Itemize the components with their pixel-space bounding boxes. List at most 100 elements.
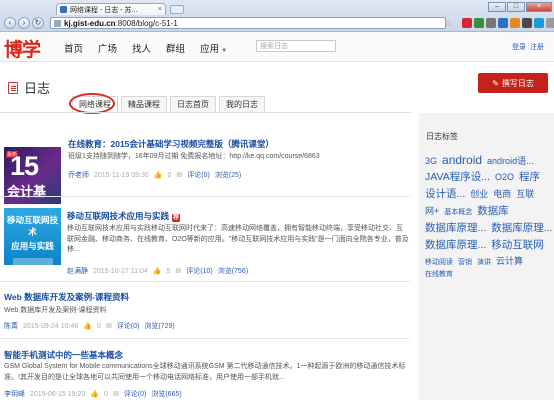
tag-link[interactable]: 云计算 xyxy=(496,254,523,267)
site-logo[interactable]: 博学 xyxy=(4,35,41,62)
tag-link[interactable]: 移动互联网 xyxy=(491,237,544,252)
write-blog-button[interactable]: ✎ 撰写日志 xyxy=(478,73,548,93)
extension-icon-2[interactable] xyxy=(474,18,484,28)
view-count: 浏览(25) xyxy=(214,172,242,179)
post-title[interactable]: 移动互联网技术应用与实践 xyxy=(67,211,169,221)
item-divider xyxy=(0,281,410,282)
post-thumbnail[interactable]: 移动互联网技术 应用与实践 xyxy=(4,208,61,270)
tag-sidebar: 日志标签 3G android android语... JAVA程序设... O2O 程序… xyxy=(419,113,554,400)
nav-square[interactable]: 广场 xyxy=(98,41,117,55)
browser-tab-title: 网络课程 - 日志 - 苏... xyxy=(70,6,138,14)
like-count: 0 xyxy=(104,390,108,398)
new-tab-button[interactable] xyxy=(170,5,184,14)
tag-link[interactable]: 3G xyxy=(425,156,437,166)
browser-chrome: 网络课程 - 日志 - 苏... × – □ × ‹ › ↻ kj.gist-e… xyxy=(0,0,554,32)
register-link[interactable]: 注册 xyxy=(530,42,544,52)
extension-icon-4[interactable] xyxy=(498,18,508,28)
nav-groups[interactable]: 群组 xyxy=(166,41,185,55)
post-date: 2015-10-27 11:04 xyxy=(93,267,148,275)
tag-link[interactable]: 设计语... xyxy=(425,186,465,201)
tag-link[interactable]: 电商 xyxy=(493,187,511,200)
extension-icon-3[interactable] xyxy=(486,18,496,28)
tag-link[interactable]: 基本概念 xyxy=(444,207,472,217)
view-count: 浏览(756) xyxy=(217,268,249,275)
thumbs-up-icon[interactable]: 👍 xyxy=(154,171,163,179)
address-path: :8008/blog/c-51-1 xyxy=(115,18,178,28)
close-tab-icon[interactable]: × xyxy=(158,6,162,13)
tag-link[interactable]: 创业 xyxy=(470,187,488,200)
post-title[interactable]: 智能手机测试中的一些基本概念 xyxy=(4,349,123,361)
tag-link[interactable]: 营销 xyxy=(458,257,472,267)
bookmark-star-icon[interactable]: ☆ xyxy=(444,18,452,29)
maximize-button[interactable]: □ xyxy=(507,2,525,12)
post-meta: 陈菁 2015-09-24 10:46 👍 0 ✉ 评论(0) 浏览(729) xyxy=(4,321,175,331)
nav-home[interactable]: 首页 xyxy=(64,41,83,55)
thumbnail-line2: 应用与实践 xyxy=(11,241,54,251)
tag-link[interactable]: 移动阅读 xyxy=(425,257,453,267)
tag-link[interactable]: 数据库 xyxy=(477,203,509,218)
nav-find-people[interactable]: 找人 xyxy=(132,41,151,55)
tag-link[interactable]: 数据库原理... xyxy=(425,220,486,235)
address-url: kj.gist-edu.cn:8008/blog/c-51-1 xyxy=(64,19,178,28)
nav-apps-label: 应用 xyxy=(200,44,220,55)
menu-icon[interactable] xyxy=(546,18,554,28)
close-window-button[interactable]: × xyxy=(526,2,552,12)
login-link[interactable]: 登录 xyxy=(512,42,526,52)
like-count: 0 xyxy=(167,171,172,179)
post-title[interactable]: 在线教育：2015会计基础学习视频完整版（腾讯课堂） xyxy=(68,138,274,150)
tag-link[interactable]: JAVA程序设... xyxy=(425,169,490,184)
address-bar[interactable]: kj.gist-edu.cn:8008/blog/c-51-1 xyxy=(50,17,446,29)
post-title[interactable]: Web 数据库开发及案例-课程资料 xyxy=(4,291,129,303)
extension-icons xyxy=(462,18,554,28)
post-author[interactable]: 李玥峰 xyxy=(4,389,25,399)
tag-link[interactable]: android语... xyxy=(487,154,534,167)
tag-link[interactable]: 网+ xyxy=(425,204,439,217)
sidebar-title: 日志标签 xyxy=(426,132,458,141)
thumbnail-caption: 会计基 xyxy=(7,184,47,199)
post-excerpt: 移动互联网技术应用与实践移动互联网时代来了：高速移动网络覆盖，拥有智能移动终端，… xyxy=(67,225,409,253)
post-author[interactable]: 乔老师 xyxy=(68,170,89,180)
comment-count[interactable]: 评论(0) xyxy=(187,170,210,180)
tag-link[interactable]: 在线教育 xyxy=(425,269,453,279)
search-input[interactable] xyxy=(256,40,336,52)
tab-blog-home[interactable]: 日志首页 xyxy=(170,96,216,112)
post-meta: 乔老师 2015-11-19 09:30 👍 0 ✉ 评论(0) 浏览(25) xyxy=(68,170,241,180)
tag-link[interactable]: 演讲 xyxy=(477,257,491,267)
post-date: 2015-11-19 09:30 xyxy=(94,171,149,179)
view-count: 浏览(729) xyxy=(144,323,175,330)
tabs-divider xyxy=(0,112,411,113)
nav-apps[interactable]: 应用 ▼ xyxy=(200,41,227,55)
tag-link[interactable]: android xyxy=(442,153,482,167)
extension-icon-5[interactable] xyxy=(510,18,520,28)
post-author[interactable]: 陈菁 xyxy=(4,321,18,331)
extension-icon-6[interactable] xyxy=(522,18,532,28)
comment-count[interactable]: 评论(0) xyxy=(117,321,140,331)
comment-count[interactable]: 评论(10) xyxy=(186,266,212,276)
post-excerpt: Web 数据库开发及案例-课程资料 xyxy=(4,307,107,314)
comment-icon: ✉ xyxy=(112,391,119,398)
tab-my-blog[interactable]: 我的日志 xyxy=(219,96,265,112)
document-icon xyxy=(8,81,18,94)
tag-link[interactable]: O2O xyxy=(495,172,514,182)
browser-tab[interactable]: 网络课程 - 日志 - 苏... × xyxy=(56,3,166,15)
forward-button[interactable]: › xyxy=(18,17,30,29)
minimize-button[interactable]: – xyxy=(488,2,506,12)
view-count: 浏览(665) xyxy=(151,391,182,398)
post-author[interactable]: 赵满静 xyxy=(67,266,88,276)
extension-icon-1[interactable] xyxy=(462,18,472,28)
tag-link[interactable]: 互联 xyxy=(516,187,534,200)
comment-count[interactable]: 评论(0) xyxy=(124,389,147,399)
thumbs-up-icon[interactable]: 👍 xyxy=(153,267,162,275)
extension-icon-7[interactable] xyxy=(534,18,544,28)
thumbs-up-icon[interactable]: 👍 xyxy=(83,322,92,330)
tag-link[interactable]: 程序 xyxy=(519,169,540,184)
back-button[interactable]: ‹ xyxy=(4,17,16,29)
tag-link[interactable]: 数据库原理... xyxy=(425,237,486,252)
thumbnail-bar xyxy=(12,258,53,270)
reload-button[interactable]: ↻ xyxy=(32,17,44,29)
thumbs-up-icon[interactable]: 👍 xyxy=(90,390,99,398)
tab-quality-courses[interactable]: 精品课程 xyxy=(121,96,167,112)
post-date: 2015-06-15 19:20 xyxy=(30,390,86,398)
tag-cloud: 3G android android语... JAVA程序设... O2O 程序设计语..… xyxy=(425,153,553,279)
tag-link[interactable]: 数据库原理... xyxy=(491,220,552,235)
